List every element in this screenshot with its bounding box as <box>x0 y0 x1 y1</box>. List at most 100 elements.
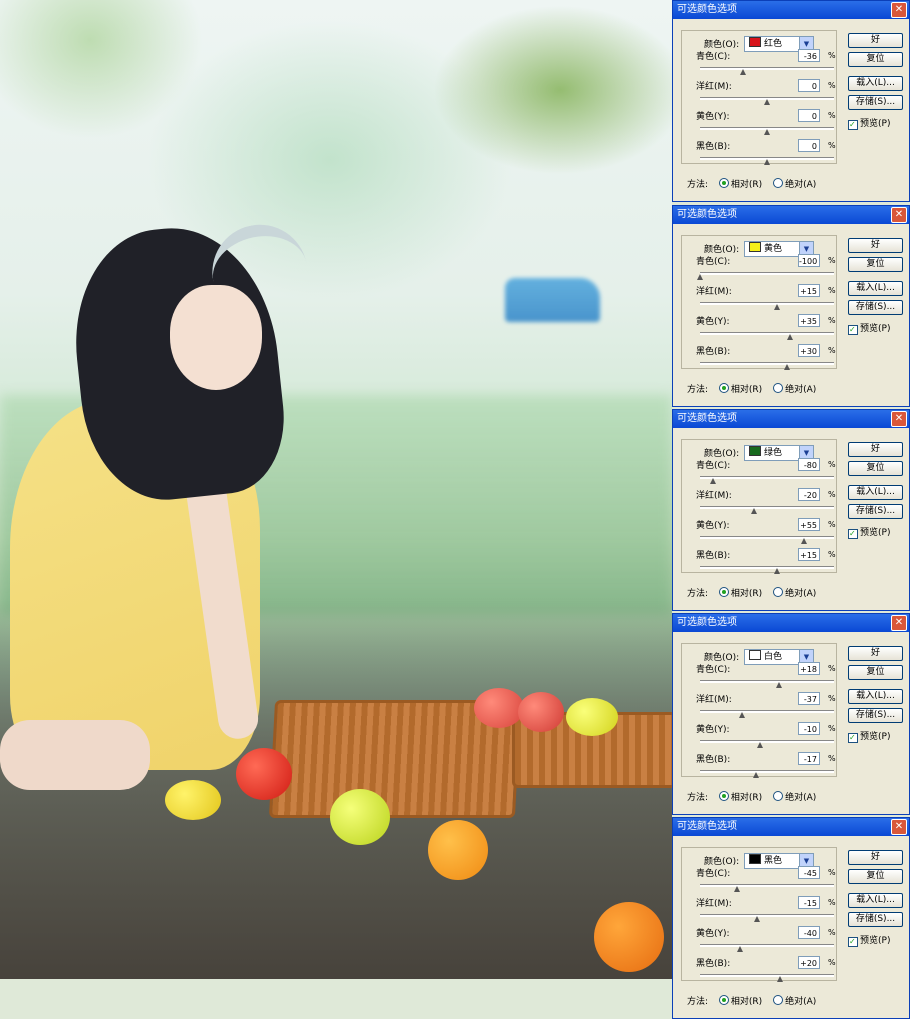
slider-track[interactable] <box>700 302 834 305</box>
radio-relative[interactable] <box>718 791 729 801</box>
title-bar[interactable]: 可选颜色选项 ✕ <box>673 614 909 632</box>
slider-thumb[interactable] <box>750 508 757 514</box>
slider-thumb[interactable] <box>752 772 759 778</box>
slider-value-input[interactable]: 0 <box>798 139 820 152</box>
slider-track[interactable] <box>700 506 834 509</box>
close-icon[interactable]: ✕ <box>891 411 907 427</box>
save-button[interactable]: 存储(S)... <box>848 708 903 723</box>
save-button[interactable]: 存储(S)... <box>848 912 903 927</box>
slider-thumb[interactable] <box>739 69 746 75</box>
radio-absolute[interactable] <box>773 587 784 597</box>
slider-value-input[interactable]: -17 <box>798 752 820 765</box>
reset-button[interactable]: 复位 <box>848 869 903 884</box>
slider-thumb[interactable] <box>697 274 703 280</box>
slider-value-input[interactable]: -40 <box>798 926 820 939</box>
slider-thumb[interactable] <box>784 364 791 370</box>
slider-thumb[interactable] <box>733 886 740 892</box>
slider-value-input[interactable]: 0 <box>798 79 820 92</box>
slider-track[interactable] <box>700 680 834 683</box>
radio-relative[interactable] <box>718 178 729 188</box>
slider-thumb[interactable] <box>774 568 781 574</box>
ok-button[interactable]: 好 <box>848 442 903 457</box>
close-icon[interactable]: ✕ <box>891 2 907 18</box>
slider-track[interactable] <box>700 884 834 887</box>
slider-value-input[interactable]: +15 <box>798 284 820 297</box>
radio-absolute[interactable] <box>773 383 784 393</box>
slider-thumb[interactable] <box>739 712 746 718</box>
ok-button[interactable]: 好 <box>848 646 903 661</box>
radio-absolute[interactable] <box>773 178 784 188</box>
slider-value-input[interactable]: -20 <box>798 488 820 501</box>
slider-track[interactable] <box>700 710 834 713</box>
slider-thumb[interactable] <box>757 742 764 748</box>
title-bar[interactable]: 可选颜色选项 ✕ <box>673 206 909 224</box>
slider-value-input[interactable]: +35 <box>798 314 820 327</box>
preview-checkbox[interactable]: ✓ 预览(P) <box>848 116 890 130</box>
slider-track[interactable] <box>700 67 834 70</box>
slider-track[interactable] <box>700 944 834 947</box>
slider-value-input[interactable]: -10 <box>798 722 820 735</box>
preview-checkbox[interactable]: ✓ 预览(P) <box>848 321 890 335</box>
slider-track[interactable] <box>700 362 834 365</box>
radio-relative[interactable] <box>718 587 729 597</box>
reset-button[interactable]: 复位 <box>848 461 903 476</box>
save-button[interactable]: 存储(S)... <box>848 300 903 315</box>
slider-track[interactable] <box>700 566 834 569</box>
radio-absolute[interactable] <box>773 791 784 801</box>
slider-value-input[interactable]: -45 <box>798 866 820 879</box>
preview-checkbox[interactable]: ✓ 预览(P) <box>848 525 890 539</box>
slider-value-input[interactable]: -37 <box>798 692 820 705</box>
slider-thumb[interactable] <box>800 538 807 544</box>
radio-relative[interactable] <box>718 383 729 393</box>
slider-value-input[interactable]: +55 <box>798 518 820 531</box>
title-bar[interactable]: 可选颜色选项 ✕ <box>673 410 909 428</box>
close-icon[interactable]: ✕ <box>891 615 907 631</box>
close-icon[interactable]: ✕ <box>891 819 907 835</box>
slider-track[interactable] <box>700 974 834 977</box>
slider-track[interactable] <box>700 740 834 743</box>
save-button[interactable]: 存储(S)... <box>848 504 903 519</box>
close-icon[interactable]: ✕ <box>891 207 907 223</box>
reset-button[interactable]: 复位 <box>848 52 903 67</box>
radio-relative[interactable] <box>718 995 729 1005</box>
slider-track[interactable] <box>700 914 834 917</box>
radio-absolute[interactable] <box>773 995 784 1005</box>
slider-track[interactable] <box>700 272 834 275</box>
slider-thumb[interactable] <box>776 682 783 688</box>
slider-value-input[interactable]: +30 <box>798 344 820 357</box>
ok-button[interactable]: 好 <box>848 238 903 253</box>
load-button[interactable]: 载入(L)... <box>848 281 903 296</box>
save-button[interactable]: 存储(S)... <box>848 95 903 110</box>
slider-value-input[interactable]: -80 <box>798 458 820 471</box>
slider-value-input[interactable]: 0 <box>798 109 820 122</box>
slider-value-input[interactable]: -15 <box>798 896 820 909</box>
slider-track[interactable] <box>700 332 834 335</box>
slider-value-input[interactable]: +18 <box>798 662 820 675</box>
slider-thumb[interactable] <box>787 334 794 340</box>
slider-thumb[interactable] <box>764 159 770 165</box>
ok-button[interactable]: 好 <box>848 850 903 865</box>
slider-thumb[interactable] <box>764 129 770 135</box>
slider-thumb[interactable] <box>737 946 744 952</box>
slider-value-input[interactable]: -36 <box>798 49 820 62</box>
reset-button[interactable]: 复位 <box>848 257 903 272</box>
load-button[interactable]: 载入(L)... <box>848 76 903 91</box>
slider-track[interactable] <box>700 536 834 539</box>
slider-thumb[interactable] <box>710 478 717 484</box>
slider-value-input[interactable]: +15 <box>798 548 820 561</box>
preview-checkbox[interactable]: ✓ 预览(P) <box>848 933 890 947</box>
slider-value-input[interactable]: +20 <box>798 956 820 969</box>
load-button[interactable]: 载入(L)... <box>848 893 903 908</box>
title-bar[interactable]: 可选颜色选项 ✕ <box>673 818 909 836</box>
slider-thumb[interactable] <box>764 99 770 105</box>
slider-value-input[interactable]: -100 <box>798 254 820 267</box>
slider-thumb[interactable] <box>777 976 784 982</box>
ok-button[interactable]: 好 <box>848 33 903 48</box>
preview-checkbox[interactable]: ✓ 预览(P) <box>848 729 890 743</box>
load-button[interactable]: 载入(L)... <box>848 485 903 500</box>
reset-button[interactable]: 复位 <box>848 665 903 680</box>
slider-thumb[interactable] <box>774 304 781 310</box>
slider-thumb[interactable] <box>753 916 760 922</box>
load-button[interactable]: 载入(L)... <box>848 689 903 704</box>
slider-track[interactable] <box>700 770 834 773</box>
